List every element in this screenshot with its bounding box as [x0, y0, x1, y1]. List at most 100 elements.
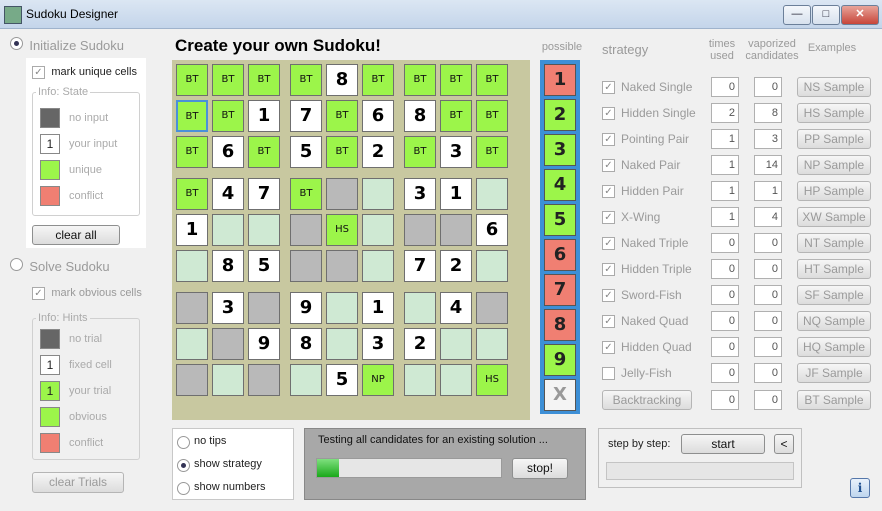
- sudoku-cell[interactable]: [290, 250, 322, 282]
- sudoku-cell[interactable]: 8: [326, 64, 358, 96]
- strategy-checkbox[interactable]: ✓: [602, 107, 615, 120]
- sudoku-cell[interactable]: [326, 178, 358, 210]
- sudoku-cell[interactable]: [476, 328, 508, 360]
- strategy-checkbox[interactable]: ✓: [602, 263, 615, 276]
- sudoku-cell[interactable]: [290, 364, 322, 396]
- sudoku-cell[interactable]: BT: [248, 64, 280, 96]
- possible-number-9[interactable]: 9: [544, 344, 576, 376]
- sudoku-cell[interactable]: [476, 292, 508, 324]
- strategy-checkbox[interactable]: ✓: [602, 289, 615, 302]
- initialize-radio[interactable]: Initialize Sudoku: [10, 37, 124, 53]
- sudoku-cell[interactable]: BT: [326, 136, 358, 168]
- sudoku-cell[interactable]: [326, 250, 358, 282]
- sudoku-cell[interactable]: BT: [176, 100, 208, 132]
- tips-radio[interactable]: [177, 436, 190, 449]
- strategy-checkbox[interactable]: ✓: [602, 211, 615, 224]
- sudoku-cell[interactable]: [176, 250, 208, 282]
- tips-radio[interactable]: [177, 459, 190, 472]
- sample-button[interactable]: NS Sample: [797, 77, 871, 97]
- step-back-button[interactable]: <: [774, 434, 794, 454]
- sudoku-cell[interactable]: 8: [212, 250, 244, 282]
- sudoku-cell[interactable]: 1: [362, 292, 394, 324]
- sample-button[interactable]: PP Sample: [797, 129, 871, 149]
- mark-unique-checkbox[interactable]: ✓ mark unique cells: [32, 64, 137, 79]
- sudoku-cell[interactable]: NP: [362, 364, 394, 396]
- sudoku-cell[interactable]: BT: [248, 136, 280, 168]
- sudoku-cell[interactable]: 1: [176, 214, 208, 246]
- sample-button[interactable]: NP Sample: [797, 155, 871, 175]
- sudoku-cell[interactable]: [440, 214, 472, 246]
- sudoku-cell[interactable]: BT: [404, 136, 436, 168]
- mark-obvious-checkbox[interactable]: ✓ mark obvious cells: [32, 285, 142, 300]
- info-icon[interactable]: i: [850, 478, 870, 498]
- sample-button[interactable]: HQ Sample: [797, 337, 871, 357]
- solve-radio-dot[interactable]: [10, 258, 23, 271]
- sudoku-cell[interactable]: BT: [440, 64, 472, 96]
- minimize-button[interactable]: —: [783, 5, 811, 25]
- sudoku-cell[interactable]: [326, 292, 358, 324]
- strategy-checkbox[interactable]: ✓: [602, 315, 615, 328]
- backtracking-button[interactable]: Backtracking: [602, 390, 692, 410]
- sudoku-cell[interactable]: BT: [212, 100, 244, 132]
- stop-button[interactable]: stop!: [512, 458, 568, 479]
- sample-button[interactable]: XW Sample: [797, 207, 871, 227]
- sudoku-cell[interactable]: [440, 364, 472, 396]
- sample-button[interactable]: HS Sample: [797, 103, 871, 123]
- strategy-checkbox[interactable]: ✓: [602, 81, 615, 94]
- sudoku-cell[interactable]: BT: [476, 100, 508, 132]
- clear-all-button[interactable]: clear all: [32, 225, 120, 245]
- sample-button[interactable]: NT Sample: [797, 233, 871, 253]
- sudoku-cell[interactable]: 4: [440, 292, 472, 324]
- sudoku-cell[interactable]: 6: [476, 214, 508, 246]
- sudoku-cell[interactable]: 7: [290, 100, 322, 132]
- tips-radio[interactable]: [177, 482, 190, 495]
- possible-number-x[interactable]: X: [544, 379, 576, 411]
- sudoku-cell[interactable]: BT: [476, 136, 508, 168]
- sudoku-cell[interactable]: [290, 214, 322, 246]
- sudoku-cell[interactable]: BT: [404, 64, 436, 96]
- sudoku-cell[interactable]: 3: [362, 328, 394, 360]
- checkbox-icon[interactable]: ✓: [32, 66, 45, 79]
- sudoku-cell[interactable]: [404, 214, 436, 246]
- sudoku-cell[interactable]: BT: [440, 100, 472, 132]
- checkbox-icon[interactable]: ✓: [32, 287, 45, 300]
- sudoku-cell[interactable]: 4: [212, 178, 244, 210]
- sudoku-cell[interactable]: [248, 292, 280, 324]
- maximize-button[interactable]: □: [812, 5, 840, 25]
- sudoku-cell[interactable]: [212, 364, 244, 396]
- sample-button[interactable]: HP Sample: [797, 181, 871, 201]
- sudoku-cell[interactable]: BT: [176, 136, 208, 168]
- sample-button[interactable]: HT Sample: [797, 259, 871, 279]
- sudoku-cell[interactable]: [176, 292, 208, 324]
- sudoku-cell[interactable]: HS: [326, 214, 358, 246]
- possible-number-5[interactable]: 5: [544, 204, 576, 236]
- sudoku-cell[interactable]: [176, 328, 208, 360]
- sudoku-cell[interactable]: 2: [440, 250, 472, 282]
- sudoku-cell[interactable]: BT: [476, 64, 508, 96]
- strategy-checkbox[interactable]: ✓: [602, 159, 615, 172]
- possible-number-3[interactable]: 3: [544, 134, 576, 166]
- sudoku-cell[interactable]: 9: [290, 292, 322, 324]
- sudoku-cell[interactable]: BT: [290, 178, 322, 210]
- sudoku-cell[interactable]: 6: [362, 100, 394, 132]
- sudoku-cell[interactable]: BT: [326, 100, 358, 132]
- sudoku-cell[interactable]: [404, 292, 436, 324]
- sudoku-cell[interactable]: 1: [440, 178, 472, 210]
- possible-number-1[interactable]: 1: [544, 64, 576, 96]
- sudoku-cell[interactable]: 2: [404, 328, 436, 360]
- sudoku-cell[interactable]: [362, 178, 394, 210]
- sudoku-cell[interactable]: [326, 328, 358, 360]
- sudoku-cell[interactable]: 3: [404, 178, 436, 210]
- sudoku-cell[interactable]: [248, 214, 280, 246]
- sudoku-cell[interactable]: [176, 364, 208, 396]
- close-button[interactable]: ✕: [841, 5, 879, 25]
- sudoku-cell[interactable]: 3: [440, 136, 472, 168]
- bt-sample-button[interactable]: BT Sample: [797, 390, 871, 410]
- sudoku-cell[interactable]: [212, 214, 244, 246]
- sudoku-cell[interactable]: 5: [248, 250, 280, 282]
- initialize-radio-dot[interactable]: [10, 37, 23, 50]
- strategy-checkbox[interactable]: ✓: [602, 185, 615, 198]
- clear-trials-button[interactable]: clear Trials: [32, 472, 124, 493]
- sudoku-cell[interactable]: [476, 250, 508, 282]
- sudoku-cell[interactable]: 1: [248, 100, 280, 132]
